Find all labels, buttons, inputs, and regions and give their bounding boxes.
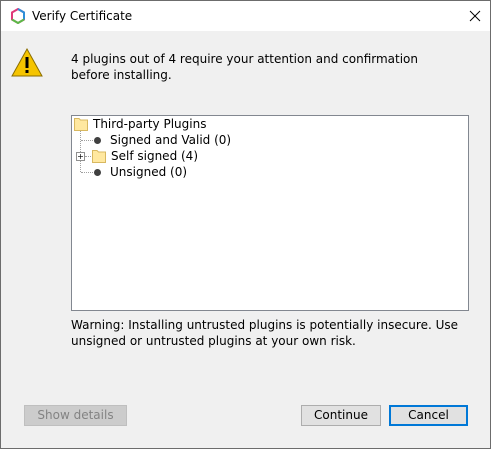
app-logo-icon xyxy=(11,8,25,24)
folder-icon xyxy=(92,149,106,163)
verify-certificate-dialog: Verify Certificate 4 plugins out of 4 re… xyxy=(0,0,491,449)
show-details-button[interactable]: Show details xyxy=(24,405,127,426)
tree-item-self-signed[interactable]: Self signed (4) xyxy=(92,148,198,164)
tree-item-label: Self signed (4) xyxy=(111,149,198,163)
tree-item-signed[interactable]: Signed and Valid (0) xyxy=(94,132,231,148)
close-button[interactable] xyxy=(460,1,490,31)
tree-connector xyxy=(80,130,81,172)
tree-connector xyxy=(81,140,93,141)
expand-icon[interactable]: + xyxy=(76,152,85,161)
bullet-icon xyxy=(94,168,101,176)
folder-icon xyxy=(74,117,88,131)
tree-item-unsigned[interactable]: Unsigned (0) xyxy=(94,164,187,180)
bullet-icon xyxy=(94,136,101,144)
tree-connector xyxy=(81,172,93,173)
tree-root-item[interactable]: Third-party Plugins xyxy=(74,116,206,132)
tree-root-label: Third-party Plugins xyxy=(93,117,207,131)
attention-message: 4 plugins out of 4 require your attentio… xyxy=(71,52,418,82)
continue-button[interactable]: Continue xyxy=(301,405,381,426)
tree-item-label: Signed and Valid (0) xyxy=(110,133,232,147)
warning-icon xyxy=(11,47,43,77)
dialog-content: 4 plugins out of 4 require your attentio… xyxy=(1,31,490,448)
title-bar[interactable]: Verify Certificate xyxy=(1,1,490,31)
cancel-button[interactable]: Cancel xyxy=(389,405,468,426)
untrusted-warning: Warning: Installing untrusted plugins is… xyxy=(71,318,458,348)
close-icon xyxy=(469,10,481,22)
window-title: Verify Certificate xyxy=(32,9,133,23)
tree-item-label: Unsigned (0) xyxy=(110,165,188,179)
plugin-tree[interactable]: Third-party Plugins Signed and Valid (0)… xyxy=(71,115,469,311)
